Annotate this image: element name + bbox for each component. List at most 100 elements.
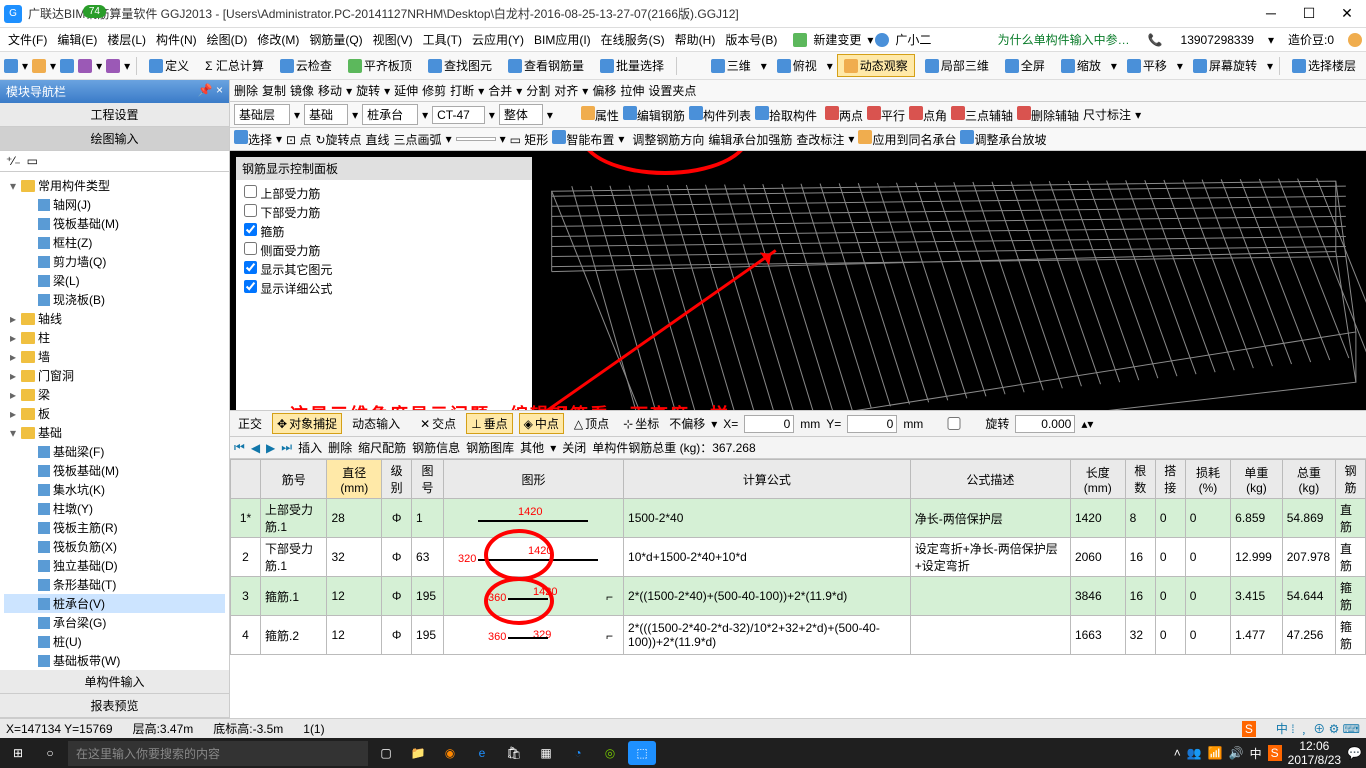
tree-item[interactable]: 筏板负筋(X) bbox=[4, 537, 225, 556]
dynamic-observe-button[interactable]: 动态观察 bbox=[837, 54, 915, 77]
y-input[interactable] bbox=[847, 415, 897, 433]
extend-button[interactable]: 延伸 bbox=[394, 82, 418, 99]
line-tool[interactable]: 直线 bbox=[366, 131, 390, 148]
undo-icon[interactable] bbox=[78, 59, 92, 73]
last-button[interactable]: ⏭ bbox=[281, 440, 292, 455]
component-tree[interactable]: ▾ 常用构件类型 轴网(J) 筏板基础(M) 框柱(Z) 剪力墙(Q) 梁(L)… bbox=[0, 172, 229, 670]
first-button[interactable]: ⏮ bbox=[234, 440, 245, 455]
tree-item[interactable]: 剪力墙(Q) bbox=[4, 252, 225, 271]
adjust-slope-button[interactable]: 调整承台放坡 bbox=[960, 130, 1046, 148]
credit-label[interactable]: 造价豆:0 bbox=[1284, 29, 1338, 50]
tree-item[interactable]: 轴网(J) bbox=[4, 195, 225, 214]
col-header[interactable]: 搭接 bbox=[1155, 460, 1185, 499]
ime-icon[interactable]: S bbox=[1242, 721, 1256, 737]
tray-ime[interactable]: 中 bbox=[1250, 745, 1262, 762]
col-header[interactable]: 总重(kg) bbox=[1282, 460, 1335, 499]
minimize-button[interactable]: ─ bbox=[1256, 5, 1286, 22]
tray-expand[interactable]: ˄ bbox=[1174, 746, 1181, 760]
sidebar-sect-single[interactable]: 单构件输入 bbox=[0, 670, 229, 694]
whole-select[interactable]: 整体 bbox=[499, 104, 543, 125]
rebar-check[interactable]: 箍筋 bbox=[244, 222, 524, 241]
break-button[interactable]: 打断 bbox=[450, 82, 474, 99]
dim-button[interactable]: 尺寸标注 bbox=[1083, 106, 1131, 123]
expand-icon[interactable]: ⁺⁄₋ bbox=[6, 154, 21, 168]
pan-button[interactable]: 平移 bbox=[1121, 55, 1173, 76]
screen-rotate-button[interactable]: 屏幕旋转 bbox=[1187, 55, 1263, 76]
mirror-button[interactable]: 镜像 bbox=[290, 82, 314, 99]
tree-node[interactable]: ▸ 轴线 bbox=[4, 309, 225, 328]
col-header[interactable]: 单重(kg) bbox=[1231, 460, 1283, 499]
app-icon-4[interactable]: ◔ bbox=[564, 741, 592, 765]
menu-file[interactable]: 文件(F) bbox=[4, 29, 51, 50]
menu-cloud[interactable]: 云应用(Y) bbox=[468, 29, 528, 50]
ortho-button[interactable]: 正交 bbox=[234, 414, 266, 433]
tree-item[interactable]: 基础梁(F) bbox=[4, 442, 225, 461]
tree-node[interactable]: ▸ 梁 bbox=[4, 385, 225, 404]
tree-item[interactable]: 承台梁(G) bbox=[4, 613, 225, 632]
type-select[interactable]: 桩承台 bbox=[362, 104, 418, 125]
app-icon-2[interactable]: ◉ bbox=[436, 741, 464, 765]
save-icon[interactable] bbox=[60, 59, 74, 73]
tray-sogou[interactable]: S bbox=[1268, 745, 1282, 761]
rotate-button[interactable]: 旋转 bbox=[356, 82, 380, 99]
next-button[interactable]: ▶ bbox=[266, 441, 275, 455]
table-row[interactable]: 4箍筋.212Φ195 360329⌐2*(((1500-2*40-2*d-32… bbox=[231, 616, 1366, 655]
check-dim-button[interactable]: 查改标注 bbox=[796, 131, 844, 148]
taskbar-search[interactable]: 在这里输入你要搜索的内容 bbox=[68, 741, 368, 766]
menu-view[interactable]: 视图(V) bbox=[369, 29, 417, 50]
tray-people[interactable]: 👥 bbox=[1187, 746, 1202, 760]
zoom-button[interactable]: 缩放 bbox=[1055, 55, 1107, 76]
component-list-button[interactable]: 构件列表 bbox=[689, 106, 751, 124]
attr-button[interactable]: 属性 bbox=[581, 106, 619, 124]
menu-help[interactable]: 帮助(H) bbox=[671, 29, 720, 50]
parallel-button[interactable]: 平行 bbox=[867, 106, 905, 124]
close-grid-button[interactable]: 关闭 bbox=[562, 439, 586, 456]
menu-rebar[interactable]: 钢筋量(Q) bbox=[305, 29, 366, 50]
tree-item[interactable]: 现浇板(B) bbox=[4, 290, 225, 309]
menu-edit[interactable]: 编辑(E) bbox=[53, 29, 101, 50]
find-button[interactable]: 查找图元 bbox=[422, 55, 498, 76]
col-header[interactable]: 公式描述 bbox=[910, 460, 1070, 499]
arc-tool[interactable]: 三点画弧 bbox=[394, 131, 442, 148]
cloud-check-button[interactable]: 云检查 bbox=[274, 55, 338, 76]
col-header[interactable]: 根数 bbox=[1125, 460, 1155, 499]
new-change-button[interactable]: 新建变更 bbox=[809, 29, 865, 50]
tree-node[interactable]: ▸ 柱 bbox=[4, 328, 225, 347]
x-input[interactable] bbox=[744, 415, 794, 433]
pick-button[interactable]: 拾取构件 bbox=[755, 106, 817, 124]
tree-node[interactable]: ▸ 门窗洞 bbox=[4, 366, 225, 385]
tree-item[interactable]: 筏板基础(M) bbox=[4, 461, 225, 480]
top-snap[interactable]: △ 顶点 bbox=[570, 414, 613, 433]
move-button[interactable]: 移动 bbox=[318, 82, 342, 99]
angle-button[interactable]: 点角 bbox=[909, 106, 947, 124]
tree-node[interactable]: ▾ 常用构件类型 bbox=[4, 176, 225, 195]
tree-item[interactable]: 桩承台(V) bbox=[4, 594, 225, 613]
notification-badge[interactable]: 74 bbox=[83, 5, 106, 18]
cortana-icon[interactable]: ○ bbox=[36, 741, 64, 765]
rebar-grid[interactable]: 筋号直径(mm)级别图号图形计算公式公式描述长度(mm)根数搭接损耗(%)单重(… bbox=[230, 458, 1366, 718]
define-button[interactable]: 定义 bbox=[143, 55, 195, 76]
open-icon[interactable] bbox=[32, 59, 46, 73]
rebar-check[interactable]: 下部受力筋 bbox=[244, 203, 524, 222]
col-header[interactable]: 计算公式 bbox=[624, 460, 911, 499]
split-button[interactable]: 分割 bbox=[526, 82, 550, 99]
col-header[interactable]: 直径(mm) bbox=[327, 460, 382, 499]
del-aux-button[interactable]: 删除辅轴 bbox=[1017, 106, 1079, 124]
tray-notifications[interactable]: 💬 bbox=[1347, 746, 1362, 760]
local3d-button[interactable]: 局部三维 bbox=[919, 55, 995, 76]
sidebar-sect-project[interactable]: 工程设置 bbox=[0, 103, 229, 127]
rebar-check[interactable]: 显示其它图元 bbox=[244, 260, 524, 279]
menu-version[interactable]: 版本号(B) bbox=[721, 29, 781, 50]
3d-button[interactable]: 三维 bbox=[705, 55, 757, 76]
user-label[interactable]: 广小二 bbox=[891, 29, 935, 50]
select-floor-button[interactable]: 选择楼层 bbox=[1286, 55, 1362, 76]
fullscreen-button[interactable]: 全屏 bbox=[999, 55, 1051, 76]
insert-row-button[interactable]: 插入 bbox=[298, 439, 322, 456]
menu-modify[interactable]: 修改(M) bbox=[253, 29, 303, 50]
trim-button[interactable]: 修剪 bbox=[422, 82, 446, 99]
look-button[interactable]: 俯视 bbox=[771, 55, 823, 76]
flat-button[interactable]: 平齐板顶 bbox=[342, 55, 418, 76]
col-header[interactable]: 长度(mm) bbox=[1070, 460, 1125, 499]
table-row[interactable]: 1*上部受力筋.128Φ1 14201500-2*40净长-两倍保护层14208… bbox=[231, 499, 1366, 538]
col-header[interactable]: 损耗(%) bbox=[1185, 460, 1230, 499]
